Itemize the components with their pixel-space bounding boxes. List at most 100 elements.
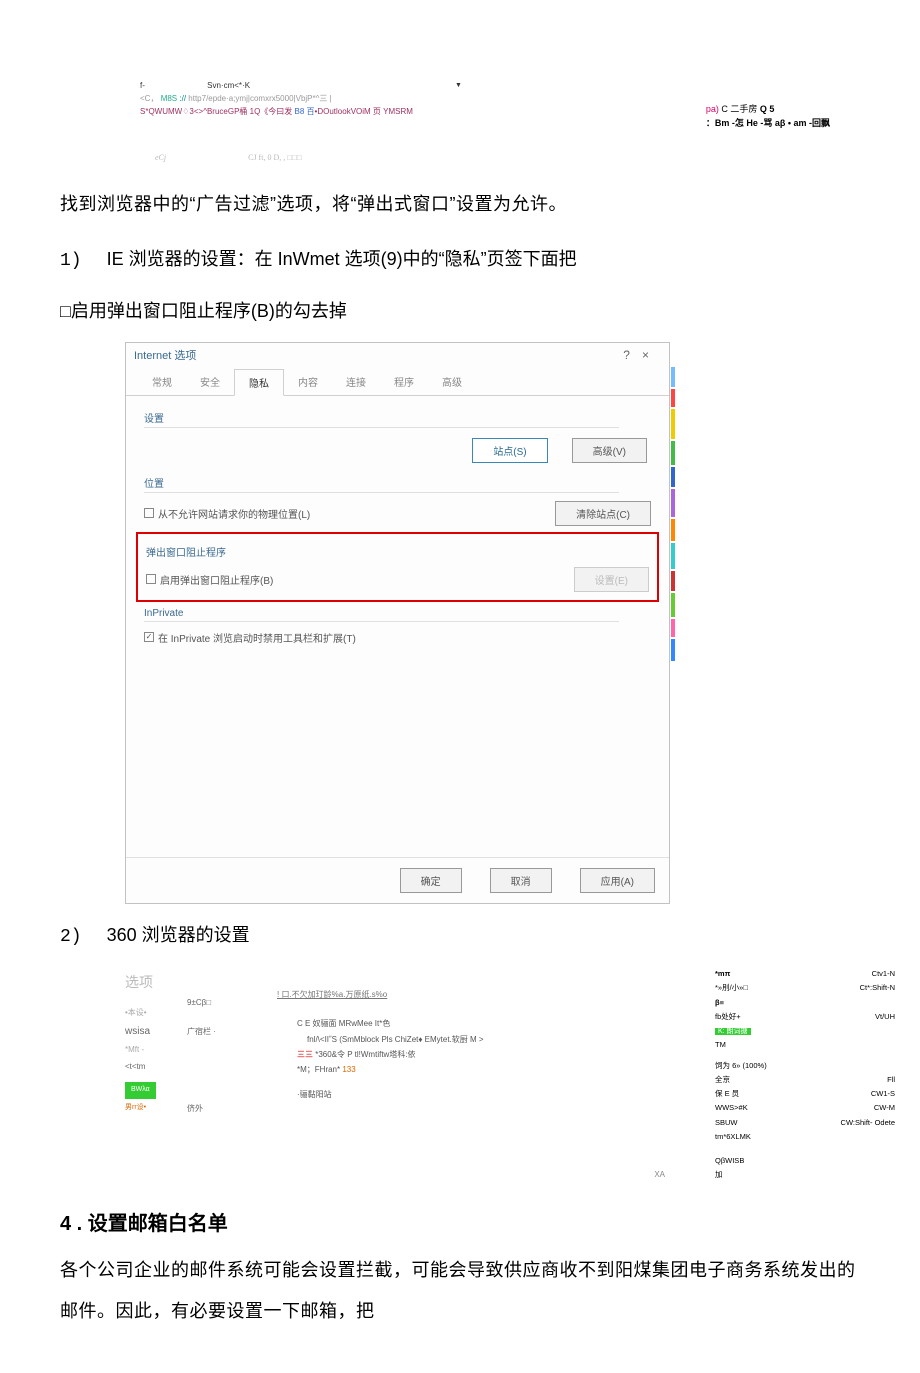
tab-security[interactable]: 安全 <box>186 369 234 395</box>
step1-text: IE 浏览器的设置：在 InWmet 选项(9)中的“隐私”页签下面把 <box>107 249 577 269</box>
sidebar-item[interactable]: <t<tm <box>125 1059 187 1076</box>
step1: 1) IE 浏览器的设置：在 InWmet 选项(9)中的“隐私”页签下面把 <box>60 240 860 282</box>
advanced-button[interactable]: 高级(V) <box>572 438 647 463</box>
main-line: C E 奴骊面 MRwMee It*色 <box>257 1016 715 1031</box>
tab-content[interactable]: 内容 <box>284 369 332 395</box>
help-button[interactable]: ? <box>623 348 642 362</box>
col2-item: 侪外 <box>187 1095 257 1124</box>
options-col2: 9±Cβ□ 广宿栏 · 侪外 <box>187 967 257 1183</box>
inprivate-checkbox-label[interactable]: ✓ 在 InPrivate 浏览启动时禁用工具栏和扩展(T) <box>144 630 356 645</box>
sites-button[interactable]: 站点(S) <box>472 438 547 463</box>
r-item: SBUW <box>715 1116 738 1130</box>
snippet-url-green: M8S <box>161 94 177 103</box>
r-item: 加 <box>715 1168 895 1182</box>
snippet-r1a: pa) <box>706 104 719 114</box>
dialog-title: Internet 选项 <box>134 347 196 363</box>
r-item: 饲为 6» (100%) <box>715 1059 767 1073</box>
step2-text: 360 浏览器的设置 <box>107 925 250 945</box>
sidebar-item[interactable]: wsisa <box>125 1021 187 1042</box>
main-line: *360&令 P tl!Wmtiftw塔科:依 <box>313 1050 416 1059</box>
snippet-bl: eCj <box>155 153 166 162</box>
cancel-button[interactable]: 取消 <box>490 868 552 893</box>
section-location: 位置 <box>144 475 619 493</box>
options-right: *mπ Ctv1-N *»刖/小»□ Ct*:Shift-N β≡ fb处好+ Vt… <box>715 967 895 1183</box>
underline-text: ! 口.不欠加玎龄%a.万原纸.s%o <box>257 990 407 999</box>
highlighted-popup-section: 弹出窗口阻止程序 启用弹出窗口阻止程序(B) 设置(E) <box>136 532 659 602</box>
popup-check-text: 启用弹出窗口阻止程序(B) <box>160 572 273 587</box>
snippet-url-teal: :// <box>179 94 186 103</box>
main-line-a: *M；FHran* <box>297 1065 342 1074</box>
sidebar-item[interactable]: *Mft - <box>125 1042 187 1059</box>
ie-options-dialog: Internet 选项 ?× 常规 安全 隐私 内容 连接 程序 高级 设置 站… <box>125 342 670 904</box>
r-item: fb处好+ <box>715 1010 741 1024</box>
step2: 2) 360 浏览器的设置 <box>60 916 860 958</box>
tab-programs[interactable]: 程序 <box>380 369 428 395</box>
r-shortcut: Fll <box>887 1073 895 1087</box>
r-item: *»刖/小»□ <box>715 981 748 995</box>
checkbox-icon[interactable] <box>144 508 154 518</box>
apply-button[interactable]: 应用(A) <box>580 868 655 893</box>
xa-label: XA <box>654 1170 665 1179</box>
tab-privacy[interactable]: 隐私 <box>234 369 284 396</box>
sidebar-item[interactable]: •本设• <box>125 1005 187 1022</box>
main-line: fnl/\<IIˮS (SmMblock Pls ChiZet♦ EMytet.… <box>257 1032 715 1047</box>
r-shortcut: Ctv1-N <box>872 967 895 981</box>
location-checkbox-label[interactable]: 从不允许网站请求你的物理位置(L) <box>144 506 310 521</box>
snippet-tb-b: B8 百 <box>295 107 315 116</box>
options-title: 选项 <box>125 969 187 998</box>
r-item: TM <box>715 1038 895 1052</box>
popup-checkbox-label[interactable]: 启用弹出窗口阻止程序(B) <box>146 572 273 587</box>
ok-button[interactable]: 确定 <box>400 868 462 893</box>
r-item: 保 E 员 <box>715 1087 739 1101</box>
r-shortcut: Vt/UH <box>875 1010 895 1024</box>
r-item: *mπ <box>715 967 730 981</box>
body-paragraph: 各个公司企业的邮件系统可能会设置拦截，可能会导致供应商收不到阳煤集团电子商务系统… <box>60 1250 860 1333</box>
r-shortcut: Ct*:Shift-N <box>860 981 895 995</box>
r-shortcut: CW:Shift- Odete <box>841 1116 895 1130</box>
section-settings: 设置 <box>144 410 619 428</box>
tab-general[interactable]: 常规 <box>138 369 186 395</box>
tab-connections[interactable]: 连接 <box>332 369 380 395</box>
popup-settings-button[interactable]: 设置(E) <box>574 567 649 592</box>
main-line: ·骊黏阳站 <box>257 1087 715 1102</box>
r-item: β≡ <box>715 996 724 1010</box>
step1-num: 1) <box>60 251 82 271</box>
step2-num: 2) <box>60 927 82 947</box>
main-line-orange: 133 <box>342 1065 355 1074</box>
heading-email-whitelist: 4 . 设置邮箱白名单 <box>60 1207 860 1236</box>
snippet-tb2: <>^BruceGP桶 1Q《今曰发 <box>194 107 292 116</box>
col2-item: 广宿栏 · <box>187 1018 257 1047</box>
r-shortcut: CW-M <box>874 1101 895 1115</box>
sidebar-item-orange[interactable]: 男rr设• <box>125 1101 187 1116</box>
snippet-r1b: C 二手房 <box>719 104 758 114</box>
section-inprivate: InPrivate <box>144 608 619 622</box>
section-popup-blocker: 弹出窗口阻止程序 <box>146 544 649 559</box>
r-shortcut: CW1-S <box>871 1087 895 1101</box>
snippet-r2: ：Bm -怎 He -骂 aβ • am -回飘 <box>706 116 830 130</box>
red-marker: 三三 <box>297 1050 313 1059</box>
tab-advanced[interactable]: 高级 <box>428 369 476 395</box>
intro-paragraph: 找到浏览器中的“广告过滤”选项，将“弹出式窗口”设置为允许。 <box>60 188 860 220</box>
browser-snippet: f- Svn·cm<*·K <C， M8S :// http7/epde·a;y… <box>60 80 860 170</box>
checkbox-icon[interactable]: ✓ <box>144 632 154 642</box>
step1-cont: □启用弹出窗口阻止程序(B)的勾去掉 <box>60 292 860 332</box>
close-button[interactable]: × <box>642 348 661 362</box>
location-check-text: 从不允许网站请求你的物理位置(L) <box>158 506 310 521</box>
snippet-url-pre: <C， <box>140 94 158 103</box>
checkbox-icon[interactable] <box>146 574 156 584</box>
clear-sites-button[interactable]: 清除站点(C) <box>555 501 651 526</box>
r-item: tm*6XLMK <box>715 1130 895 1144</box>
360-options-panel: 选项 •本设• wsisa *Mft - <t<tm ΒWλα 男rr设• 9±… <box>125 967 895 1183</box>
snippet-tb-g: ♢3 <box>182 107 194 116</box>
r-item: QβWISB <box>715 1154 895 1168</box>
r-item: WWS>#K <box>715 1101 748 1115</box>
snippet-url-body: http7/epde·a;ymj|comxrx5000|VbjP*^三 | <box>188 94 331 103</box>
snippet-r1c: Q 5 <box>757 104 774 114</box>
snippet-tb1: S*QWUMW <box>140 107 182 116</box>
dialog-tabs: 常规 安全 隐私 内容 连接 程序 高级 <box>126 369 669 396</box>
col2-item: 9±Cβ□ <box>187 989 257 1018</box>
snippet-l1b: Svn·cm<*·K <box>207 81 250 90</box>
sidebar-green-button[interactable]: ΒWλα <box>125 1082 156 1099</box>
snippet-l1a: f- <box>140 81 145 90</box>
snippet-br: CJ ft, 0 D, , □□□ <box>248 153 302 162</box>
